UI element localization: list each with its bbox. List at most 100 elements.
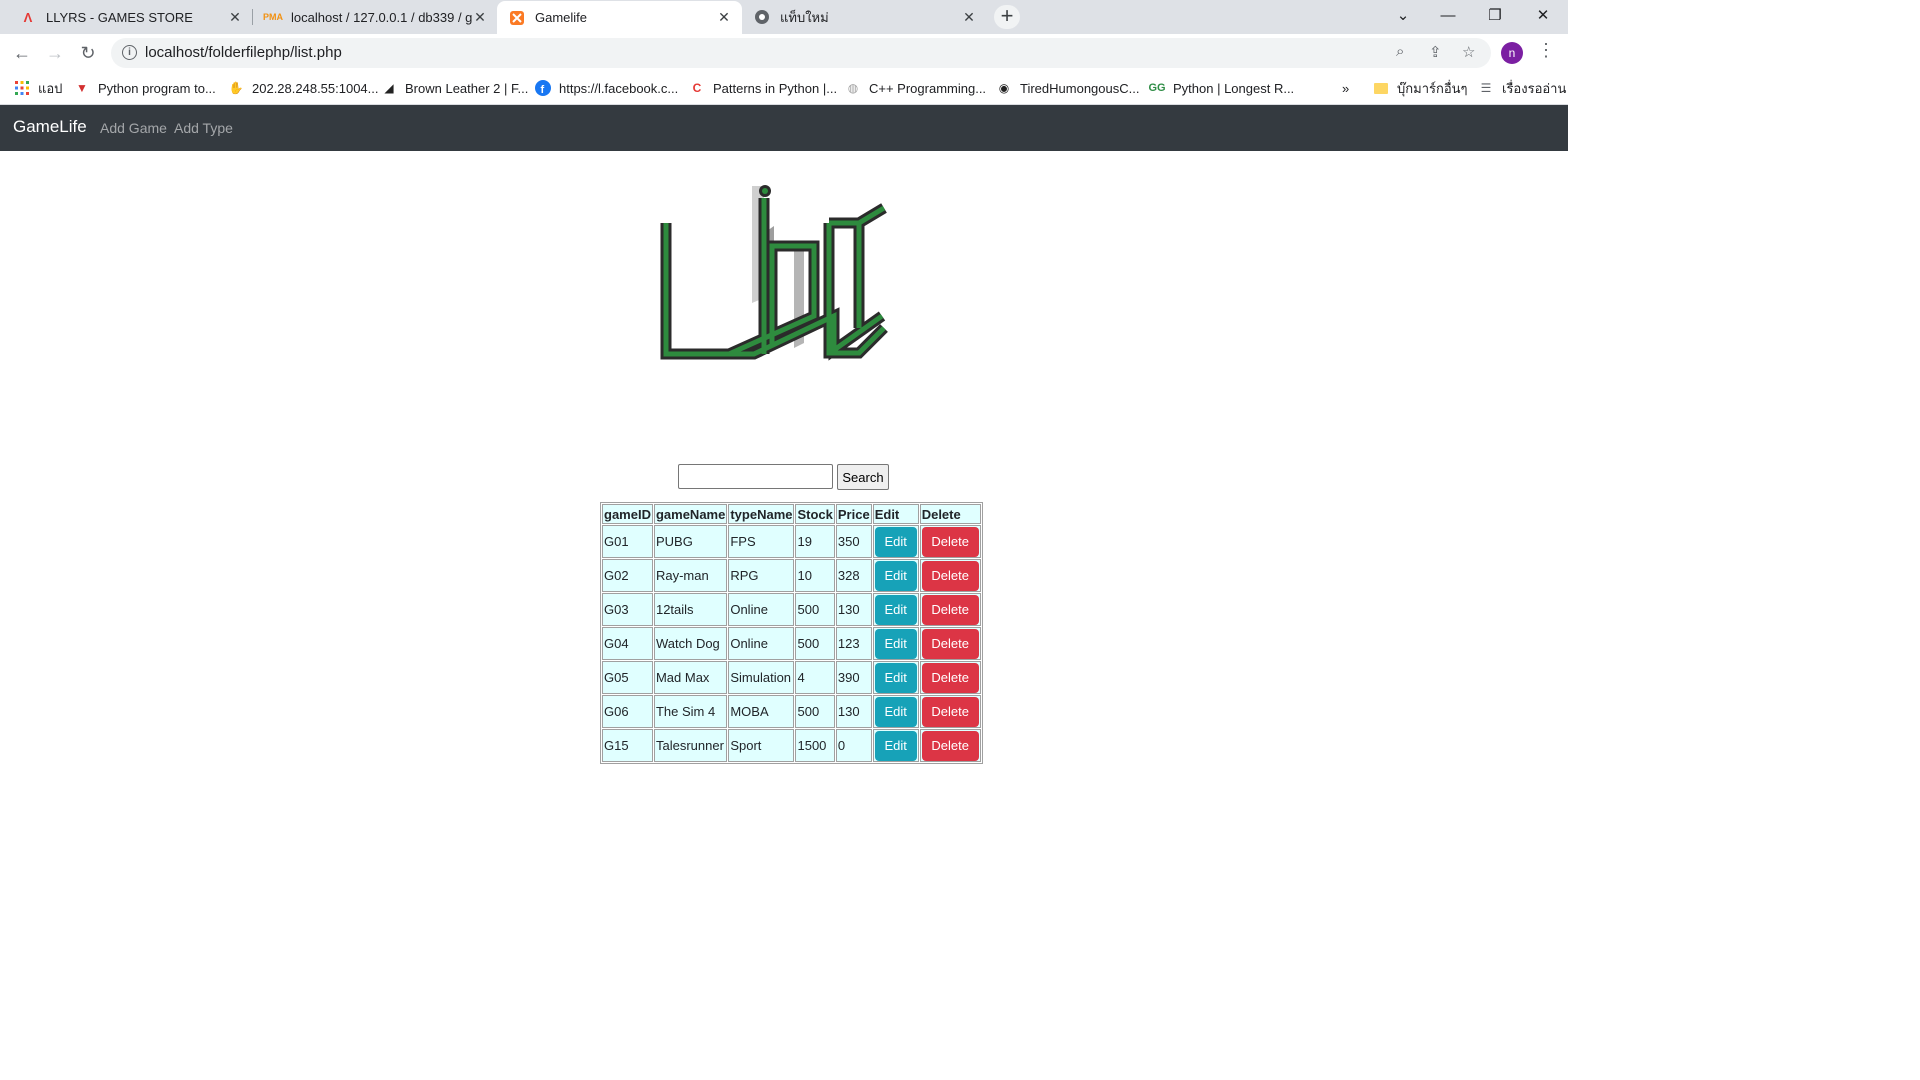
cell-typename: Online [728,593,795,626]
edit-button[interactable]: Edit [874,730,917,761]
bookmark-item[interactable]: GG Python | Longest R... [1148,78,1295,98]
bookmark-label: https://l.facebook.c... [559,80,679,96]
games-table: gameID gameName typeName Stock Price Edi… [600,502,983,764]
cell-price: 0 [835,729,872,762]
cell-gamename: The Sim 4 [653,695,728,728]
reading-list-label: เรื่องรออ่าน [1502,80,1567,96]
bookmark-item[interactable]: f https://l.facebook.c... [535,78,678,98]
red-triangle-icon: ▼ [76,81,88,95]
tab-letter-a-icon: Λ [23,9,33,25]
restore-icon[interactable]: ❐ [1472,0,1518,34]
gfg-icon: GG [1148,82,1166,94]
other-bookmarks-label: บุ๊กมาร์กอื่นๆ [1397,80,1468,96]
reading-list-button[interactable]: ☰ เรื่องรออ่าน [1478,78,1567,98]
cell-price: 130 [835,593,872,626]
cell-gamename: Talesrunner [653,729,728,762]
bookmark-item[interactable]: ◉ TiredHumongousC... [996,78,1140,98]
browser-tab-gamelife[interactable]: Gamelife ✕ [497,1,742,34]
address-bar[interactable]: i localhost/folderfilephp/list.php ⌕ ⇪ ☆ [111,38,1491,68]
edit-button[interactable]: Edit [874,696,917,727]
reload-icon[interactable]: ↻ [75,40,101,66]
cell-delete: Delete [919,559,981,592]
bookmark-label: Python | Longest R... [1173,80,1295,96]
column-header-edit: Edit [872,504,919,524]
window-close-icon[interactable]: ✕ [1520,0,1566,34]
site-logo [654,178,894,368]
new-tab-button[interactable]: + [994,5,1020,29]
cell-stock: 1500 [795,729,835,762]
bookmark-item[interactable]: C Patterns in Python |... [689,78,837,98]
cell-gamename: Ray-man [653,559,728,592]
bookmark-label: TiredHumongousC... [1020,80,1140,96]
delete-button[interactable]: Delete [921,560,979,591]
bookmark-apps[interactable]: แอป [14,78,62,98]
menu-kebab-icon[interactable]: ⋮ [1537,40,1555,61]
profile-avatar[interactable]: n [1501,42,1523,64]
navbar-brand[interactable]: GameLife [13,117,87,137]
browser-tab-phpmyadmin[interactable]: PMA localhost / 127.0.0.1 / db339 / ga ✕ [253,0,498,34]
delete-button[interactable]: Delete [921,628,979,659]
close-icon[interactable]: ✕ [472,9,488,26]
edit-button[interactable]: Edit [874,628,917,659]
bookmark-label: 202.28.248.55:1004... [252,80,379,96]
close-icon[interactable]: ✕ [227,9,243,26]
edit-button[interactable]: Edit [874,662,917,693]
delete-button[interactable]: Delete [921,730,979,761]
cell-delete: Delete [919,661,981,694]
delete-button[interactable]: Delete [921,696,979,727]
column-header-price: Price [835,504,872,524]
minimize-icon[interactable]: — [1425,0,1471,34]
edit-button[interactable]: Edit [874,560,917,591]
edit-button[interactable]: Edit [874,526,917,557]
address-url[interactable]: localhost/folderfilephp/list.php [145,44,342,61]
cell-gamename: 12tails [653,593,728,626]
bookmark-item[interactable]: ▼ Python program to... [74,78,216,98]
tab-label: localhost / 127.0.0.1 / db339 / ga [291,9,472,25]
forward-arrow-icon[interactable]: → [42,40,68,66]
hand-icon: ✋ [228,81,244,95]
delete-button[interactable]: Delete [921,662,979,693]
bookmark-item[interactable]: ✋ 202.28.248.55:1004... [228,78,379,98]
column-header-stock: Stock [795,504,835,524]
back-arrow-icon[interactable]: ← [9,40,35,66]
svg-text:f: f [541,84,545,96]
bookmark-star-icon[interactable]: ☆ [1462,43,1475,61]
close-icon[interactable]: ✕ [716,9,732,26]
globe-icon: ◍ [847,81,859,95]
table-row: G15 Talesrunner Sport 1500 0 Edit Delete [602,729,981,762]
tab-label: Gamelife [535,10,588,25]
chrome-icon [754,9,770,25]
search-button[interactable]: Search [837,464,889,490]
cell-edit: Edit [872,593,919,626]
nav-add-type[interactable]: Add Type [174,120,233,136]
nav-add-game[interactable]: Add Game [100,120,167,136]
zoom-icon[interactable]: ⌕ [1396,43,1404,60]
share-icon[interactable]: ⇪ [1429,43,1442,61]
site-info-icon[interactable]: i [122,45,137,60]
table-row: G04 Watch Dog Online 500 123 Edit Delete [602,627,981,660]
facebook-icon: f [535,80,551,96]
bookmarks-bar: แอป ▼ Python program to... ✋ 202.28.248.… [0,72,1568,105]
bookmarks-overflow-button[interactable]: » [1342,78,1349,98]
bookmark-item[interactable]: ◢ Brown Leather 2 | F... [381,78,528,98]
cell-gameid: G04 [602,627,653,660]
browser-tab-strip: Λ LLYRS - GAMES STORE ✕ PMA localhost / … [0,0,1568,34]
edit-button[interactable]: Edit [874,594,917,625]
search-input[interactable] [678,464,833,489]
cell-gameid: G03 [602,593,653,626]
column-header-typename: typeName [728,504,795,524]
cell-gamename: PUBG [653,525,728,558]
delete-button[interactable]: Delete [921,526,979,557]
folder-icon [1373,80,1389,96]
browser-tab-llyrs[interactable]: Λ LLYRS - GAMES STORE ✕ [8,0,253,34]
browser-tab-new[interactable]: แท็บใหม่ ✕ [742,0,987,34]
table-row: G05 Mad Max Simulation 4 390 Edit Delete [602,661,981,694]
tab-search-chevron-icon[interactable]: ⌄ [1380,0,1426,34]
close-icon[interactable]: ✕ [961,9,977,26]
cell-gameid: G02 [602,559,653,592]
cell-stock: 500 [795,593,835,626]
other-bookmarks-folder[interactable]: บุ๊กมาร์กอื่นๆ [1373,78,1468,98]
bookmark-item[interactable]: ◍ C++ Programming... [845,78,986,98]
cell-edit: Edit [872,627,919,660]
delete-button[interactable]: Delete [921,594,979,625]
